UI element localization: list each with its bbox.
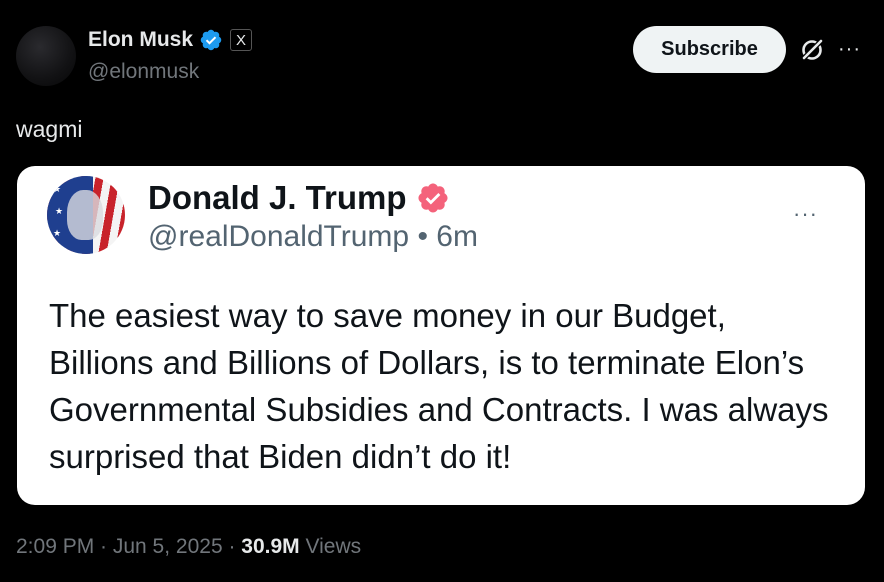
affiliate-x-badge[interactable]: X: [230, 29, 253, 51]
quoted-display-name[interactable]: Donald J. Trump: [148, 179, 407, 217]
subscribe-button[interactable]: Subscribe: [633, 26, 786, 73]
quoted-avatar[interactable]: ★ ★ ★: [47, 176, 125, 254]
views-label: Views: [299, 535, 362, 558]
star-icon: ★: [53, 184, 62, 194]
post-text: wagmi: [16, 116, 83, 142]
verified-badge-icon: [418, 183, 448, 213]
views-count: 30.9M: [241, 535, 300, 558]
post-timestamp[interactable]: 2:09 PM · Jun 5, 2025 ·: [16, 535, 241, 558]
quoted-post-card[interactable]: ★ ★ ★ Donald J. Trump @realDonaldTrump •…: [17, 166, 865, 505]
verified-badge-icon: [200, 29, 222, 51]
more-options-icon[interactable]: ···: [793, 201, 818, 227]
star-icon: ★: [53, 228, 62, 238]
author-handle[interactable]: @elonmusk: [88, 60, 199, 84]
quoted-handle-time[interactable]: @realDonaldTrump • 6m: [148, 220, 478, 254]
quoted-name-row: Donald J. Trump: [148, 179, 450, 217]
more-options-icon[interactable]: ···: [838, 38, 861, 61]
grok-icon[interactable]: [798, 36, 826, 64]
post-footer: 2:09 PM · Jun 5, 2025 · 30.9M Views: [16, 535, 361, 559]
avatar[interactable]: [16, 26, 76, 86]
quoted-post-text: The easiest way to save money in our Bud…: [49, 297, 829, 475]
star-icon: ★: [55, 206, 64, 216]
x-logo-icon: X: [236, 31, 247, 49]
author-display-name[interactable]: Elon Musk: [88, 28, 193, 52]
avatar-portrait: [67, 190, 103, 240]
author-name-row: Elon Musk X: [88, 28, 253, 52]
